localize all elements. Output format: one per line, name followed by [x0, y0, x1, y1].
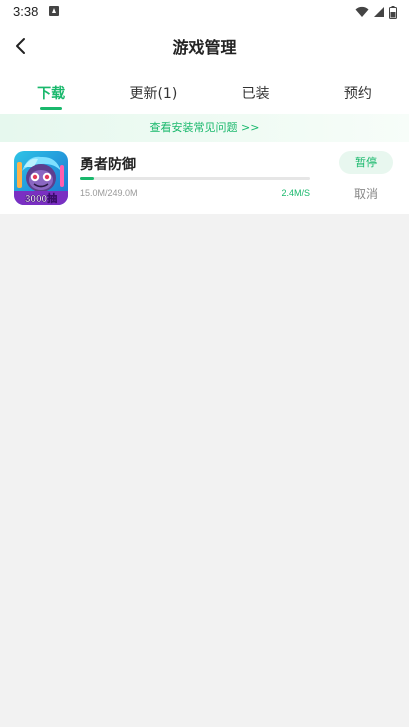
cancel-button[interactable]: 取消: [339, 184, 393, 204]
download-progress-bar: [80, 177, 310, 180]
game-icon-badge: 3000抽: [25, 192, 57, 205]
game-name[interactable]: 勇者防御: [80, 154, 136, 174]
app-header: 游戏管理: [0, 24, 409, 70]
page-title: 游戏管理: [172, 38, 237, 57]
tab-updates[interactable]: 更新(1): [102, 70, 204, 114]
battery-icon: [389, 5, 397, 19]
pause-button[interactable]: 暂停: [339, 151, 393, 174]
active-tab-indicator: [40, 107, 63, 110]
tab-label: 下载: [37, 86, 66, 102]
status-icons: [355, 4, 397, 20]
download-progress-fill: [80, 177, 94, 180]
tab-label: 预约: [343, 86, 372, 102]
status-time: 3:38: [13, 4, 39, 19]
tab-installed[interactable]: 已装: [205, 70, 307, 114]
download-size: 15.0M/249.0M: [80, 188, 138, 198]
wifi-icon: [355, 6, 369, 17]
download-speed: 2.4M/S: [281, 188, 310, 198]
tab-label: 更新(1): [129, 86, 178, 102]
signal-icon: [374, 7, 384, 17]
tab-bar: 下载 更新(1) 已装 预约: [0, 70, 409, 114]
tab-reservations[interactable]: 预约: [307, 70, 409, 114]
notification-a-icon: [49, 6, 59, 16]
tab-label: 已装: [241, 86, 270, 102]
game-icon-art: 3000抽: [14, 151, 68, 205]
game-icon[interactable]: 3000抽: [14, 151, 68, 205]
install-faq-link[interactable]: 查看安装常见问题 >>: [0, 114, 409, 142]
tab-downloads[interactable]: 下载: [0, 70, 102, 114]
status-bar: 3:38: [0, 0, 409, 24]
download-item: 3000抽 勇者防御 15.0M/249.0M 2.4M/S 暂停 取消: [0, 142, 409, 214]
